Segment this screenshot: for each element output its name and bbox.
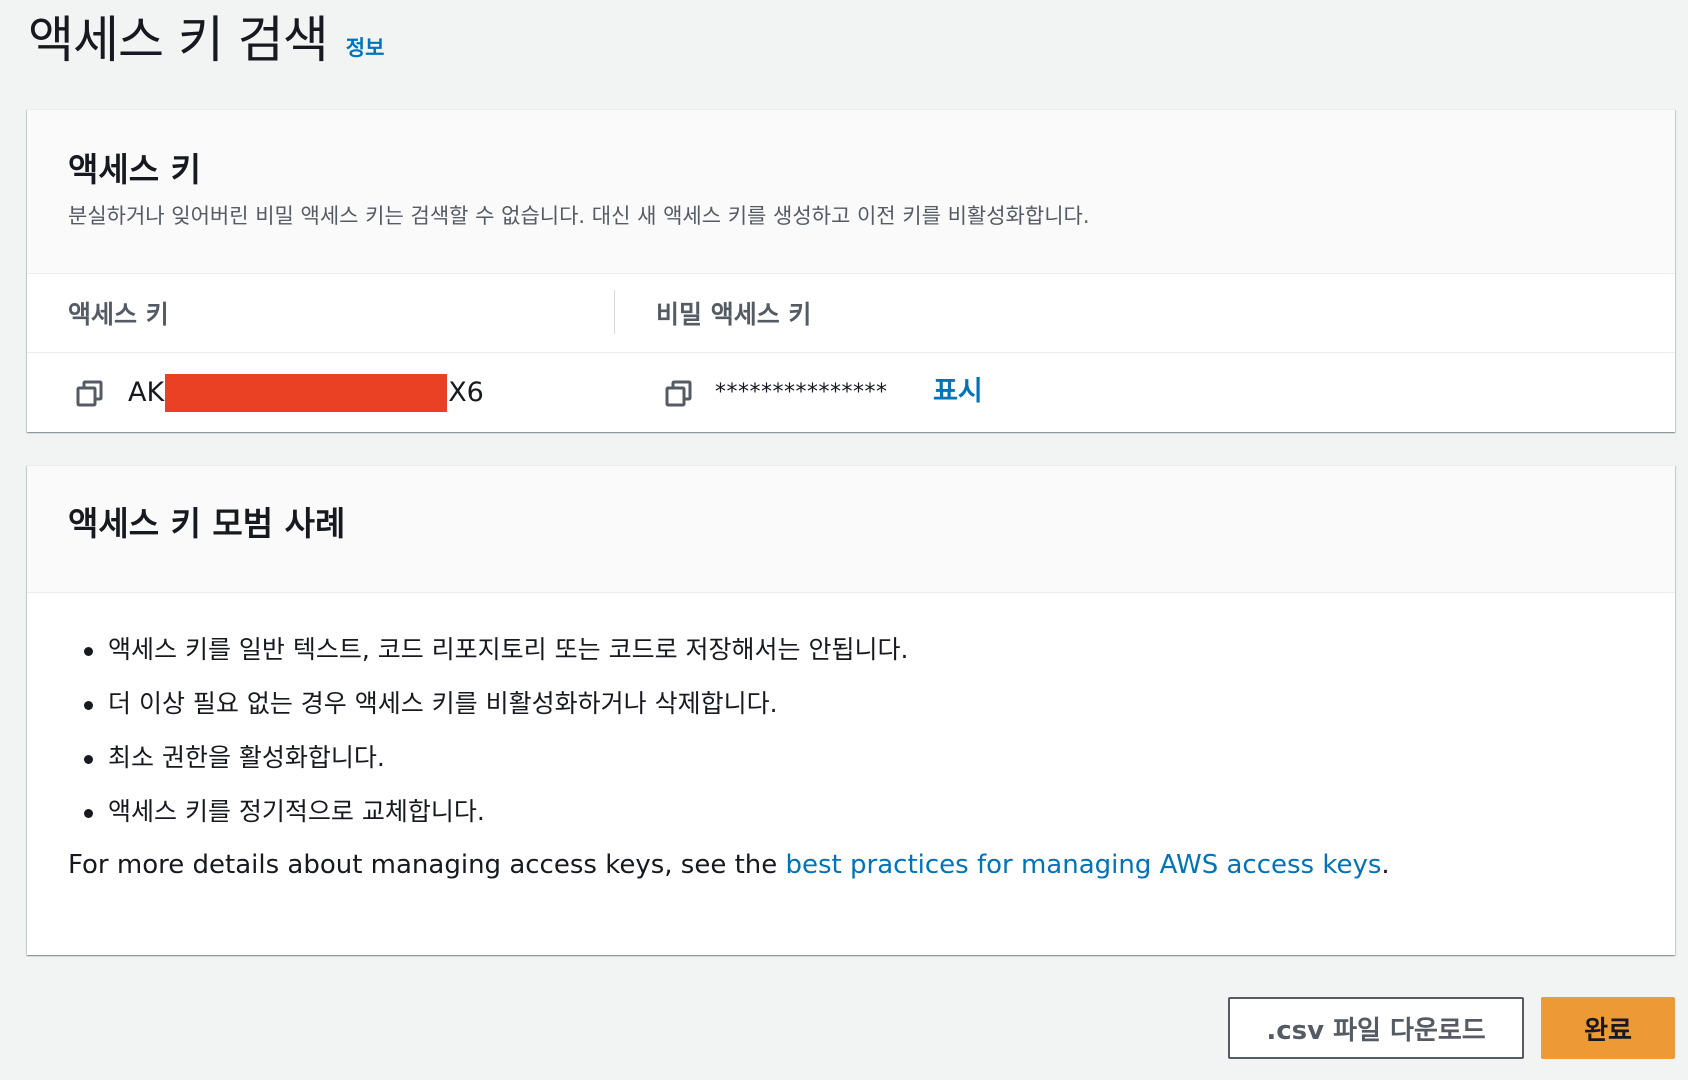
- best-practices-list: 액세스 키를 일반 텍스트, 코드 리포지토리 또는 코드로 저장해서는 안됩니…: [68, 623, 1675, 839]
- footer-text: For more details about managing access k…: [68, 850, 786, 880]
- best-practices-panel: 액세스 키 모범 사례 액세스 키를 일반 텍스트, 코드 리포지토리 또는 코…: [27, 465, 1675, 955]
- done-button[interactable]: 완료: [1541, 997, 1675, 1059]
- column-header-access-key: 액세스 키: [68, 300, 169, 329]
- access-key-prefix: AK: [128, 377, 165, 408]
- info-link[interactable]: 정보: [346, 32, 385, 62]
- column-divider: [614, 290, 615, 334]
- best-practices-body: 액세스 키를 일반 텍스트, 코드 리포지토리 또는 코드로 저장해서는 안됩니…: [27, 593, 1675, 885]
- page-title: 액세스 키 검색: [28, 11, 329, 69]
- footer-end: .: [1381, 850, 1390, 880]
- column-header-secret-key: 비밀 액세스 키: [656, 300, 812, 329]
- redaction-bar: [165, 374, 448, 412]
- list-item: 액세스 키를 일반 텍스트, 코드 리포지토리 또는 코드로 저장해서는 안됩니…: [68, 623, 1675, 677]
- access-keys-panel: 액세스 키 분실하거나 잊어버린 비밀 액세스 키는 검색할 수 없습니다. 대…: [27, 109, 1675, 432]
- csv-download-button[interactable]: .csv 파일 다운로드: [1228, 997, 1524, 1059]
- list-item: 최소 권한을 활성화합니다.: [68, 731, 1675, 785]
- best-practices-panel-header: 액세스 키 모범 사례: [27, 466, 1675, 593]
- keys-table-header: 액세스 키 비밀 액세스 키: [27, 274, 1675, 353]
- keys-table-row: AK X6 *************** 표시: [27, 353, 1675, 433]
- best-practices-link[interactable]: best practices for managing AWS access k…: [786, 850, 1382, 880]
- best-practices-title: 액세스 키 모범 사례: [68, 504, 346, 543]
- access-key-suffix: X6: [448, 377, 484, 408]
- access-keys-panel-title: 액세스 키: [68, 150, 201, 189]
- copy-icon[interactable]: [75, 379, 105, 409]
- access-key-value: AK X6: [128, 373, 484, 413]
- best-practices-footer: For more details about managing access k…: [68, 845, 1675, 885]
- access-keys-panel-description: 분실하거나 잊어버린 비밀 액세스 키는 검색할 수 없습니다. 대신 새 액세…: [68, 204, 1090, 228]
- show-secret-link[interactable]: 표시: [933, 372, 983, 412]
- secret-key-masked: ***************: [715, 380, 888, 405]
- page-header: 액세스 키 검색 정보: [28, 0, 384, 70]
- list-item: 액세스 키를 정기적으로 교체합니다.: [68, 785, 1675, 839]
- access-keys-panel-header: 액세스 키 분실하거나 잊어버린 비밀 액세스 키는 검색할 수 없습니다. 대…: [27, 110, 1675, 274]
- copy-icon[interactable]: [664, 379, 694, 409]
- list-item: 더 이상 필요 없는 경우 액세스 키를 비활성화하거나 삭제합니다.: [68, 677, 1675, 731]
